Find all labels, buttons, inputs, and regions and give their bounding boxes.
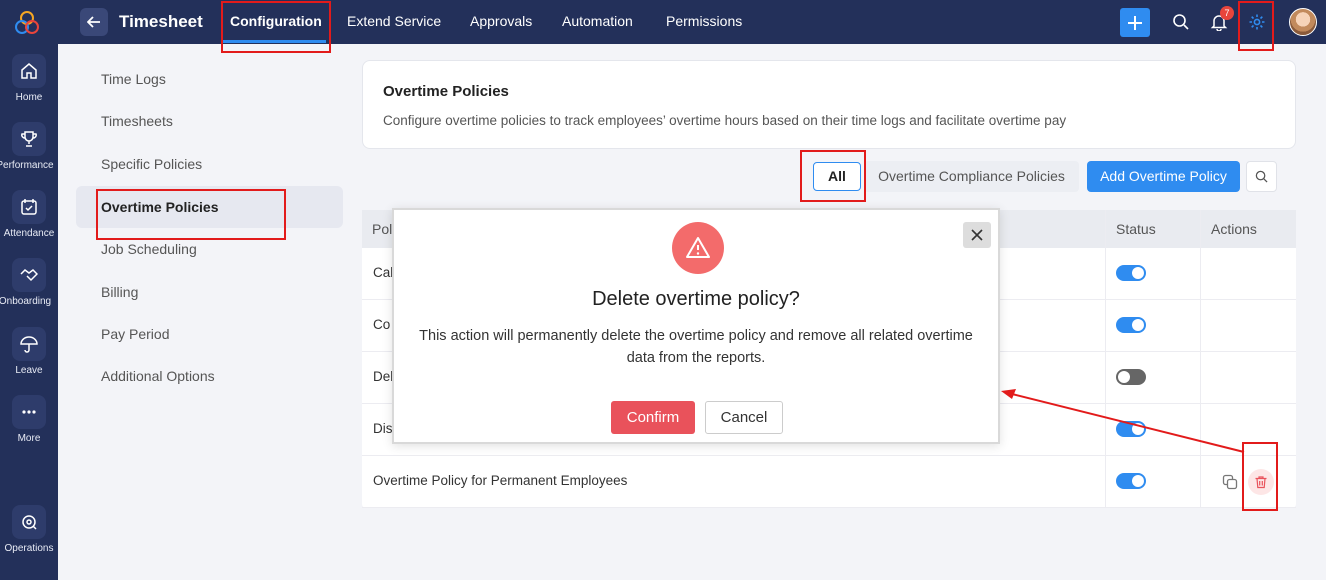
trophy-icon bbox=[12, 122, 46, 156]
gear-icon bbox=[1249, 14, 1265, 30]
app-logo-icon bbox=[15, 11, 39, 34]
status-toggle[interactable] bbox=[1116, 369, 1146, 385]
avatar[interactable] bbox=[1289, 8, 1317, 36]
sidebar-item-timesheets[interactable]: Timesheets bbox=[76, 100, 343, 142]
tab-configuration[interactable]: Configuration bbox=[230, 13, 322, 29]
close-dialog-button[interactable] bbox=[963, 222, 991, 248]
settings-button[interactable] bbox=[1246, 11, 1268, 33]
policy-name: Cal bbox=[373, 265, 394, 280]
tab-approvals[interactable]: Approvals bbox=[470, 13, 532, 29]
sidebar-item-overtime-policies[interactable]: Overtime Policies bbox=[76, 186, 343, 228]
warning-icon bbox=[672, 222, 724, 274]
back-button[interactable] bbox=[80, 8, 108, 36]
app-title: Timesheet bbox=[119, 12, 203, 31]
notification-badge: 7 bbox=[1220, 6, 1234, 20]
table-row[interactable]: Overtime Policy for Permanent Employees bbox=[362, 456, 1296, 508]
search-icon bbox=[1173, 14, 1189, 30]
more-dots-icon bbox=[12, 395, 46, 429]
search-icon bbox=[1255, 170, 1268, 183]
app-rail: Home Performance Attendance Onboarding L… bbox=[0, 0, 58, 580]
dialog-message: This action will permanently delete the … bbox=[419, 328, 973, 366]
cancel-button[interactable]: Cancel bbox=[705, 401, 783, 434]
rail-item-home[interactable]: Home bbox=[0, 54, 58, 116]
close-icon bbox=[971, 229, 983, 241]
add-overtime-policy-button[interactable]: Add Overtime Policy bbox=[1087, 161, 1240, 192]
duplicate-button[interactable] bbox=[1219, 471, 1241, 493]
rail-label: More bbox=[17, 433, 41, 444]
filter-compliance-button[interactable]: Overtime Compliance Policies bbox=[864, 161, 1079, 192]
rail-item-performance[interactable]: Performance bbox=[0, 122, 58, 184]
policy-name: Co bbox=[373, 317, 391, 332]
rail-label: Attendance bbox=[3, 228, 55, 239]
rail-item-more[interactable]: More bbox=[0, 395, 58, 457]
umbrella-icon bbox=[12, 327, 46, 361]
active-tab-indicator bbox=[223, 40, 326, 43]
rail-item-operations[interactable]: Operations bbox=[0, 505, 58, 567]
arrow-left-icon bbox=[87, 16, 100, 28]
operations-icon bbox=[12, 505, 46, 539]
status-toggle[interactable] bbox=[1116, 317, 1146, 333]
rail-item-attendance[interactable]: Attendance bbox=[0, 190, 58, 252]
rail-item-onboarding[interactable]: Onboarding bbox=[0, 258, 58, 320]
plus-icon bbox=[1128, 15, 1142, 30]
column-header-status: Status bbox=[1116, 221, 1156, 237]
page-description: Configure overtime policies to track emp… bbox=[383, 113, 1067, 128]
column-header-policy: Pol bbox=[372, 221, 393, 237]
overtime-policies-header-card: Overtime Policies Configure overtime pol… bbox=[362, 60, 1296, 149]
dialog-title: Delete overtime policy? bbox=[592, 288, 800, 310]
page-title: Overtime Policies bbox=[383, 83, 509, 100]
search-button[interactable] bbox=[1170, 11, 1192, 33]
status-toggle[interactable] bbox=[1116, 421, 1146, 437]
status-toggle[interactable] bbox=[1116, 473, 1146, 489]
sidebar-item-job-scheduling[interactable]: Job Scheduling bbox=[76, 228, 343, 270]
confirm-button[interactable]: Confirm bbox=[611, 401, 695, 434]
rail-label: Operations bbox=[4, 543, 54, 554]
rail-label: Onboarding bbox=[0, 296, 52, 307]
delete-button[interactable] bbox=[1248, 469, 1274, 495]
sidebar-item-specific-policies[interactable]: Specific Policies bbox=[76, 143, 343, 185]
sidebar-item-time-logs[interactable]: Time Logs bbox=[76, 58, 343, 100]
policy-name: Del bbox=[373, 369, 394, 384]
home-icon bbox=[12, 54, 46, 88]
rail-label: Home bbox=[15, 92, 43, 103]
rail-label: Performance bbox=[0, 160, 54, 171]
add-button[interactable] bbox=[1120, 8, 1150, 37]
rail-label: Leave bbox=[15, 365, 43, 376]
calendar-check-icon bbox=[12, 190, 46, 224]
table-search-button[interactable] bbox=[1246, 161, 1277, 192]
top-bar: Timesheet Configuration Extend Service A… bbox=[58, 0, 1326, 44]
column-header-actions: Actions bbox=[1211, 221, 1257, 237]
copy-icon bbox=[1222, 474, 1238, 490]
tab-automation[interactable]: Automation bbox=[562, 13, 633, 29]
delete-confirmation-dialog: Delete overtime policy? This action will… bbox=[392, 208, 1000, 444]
tab-extend-service[interactable]: Extend Service bbox=[347, 13, 441, 29]
sidebar-item-billing[interactable]: Billing bbox=[76, 271, 343, 313]
handshake-icon bbox=[12, 258, 46, 292]
policy-name: Dis bbox=[373, 421, 393, 436]
sidebar-item-additional-options[interactable]: Additional Options bbox=[76, 355, 343, 397]
rail-item-leave[interactable]: Leave bbox=[0, 327, 58, 389]
tab-permissions[interactable]: Permissions bbox=[666, 13, 742, 29]
trash-icon bbox=[1255, 476, 1267, 489]
policy-name: Overtime Policy for Permanent Employees bbox=[373, 473, 628, 488]
status-toggle[interactable] bbox=[1116, 265, 1146, 281]
sidebar-item-pay-period[interactable]: Pay Period bbox=[76, 313, 343, 355]
filter-all-button[interactable]: All bbox=[813, 162, 861, 191]
